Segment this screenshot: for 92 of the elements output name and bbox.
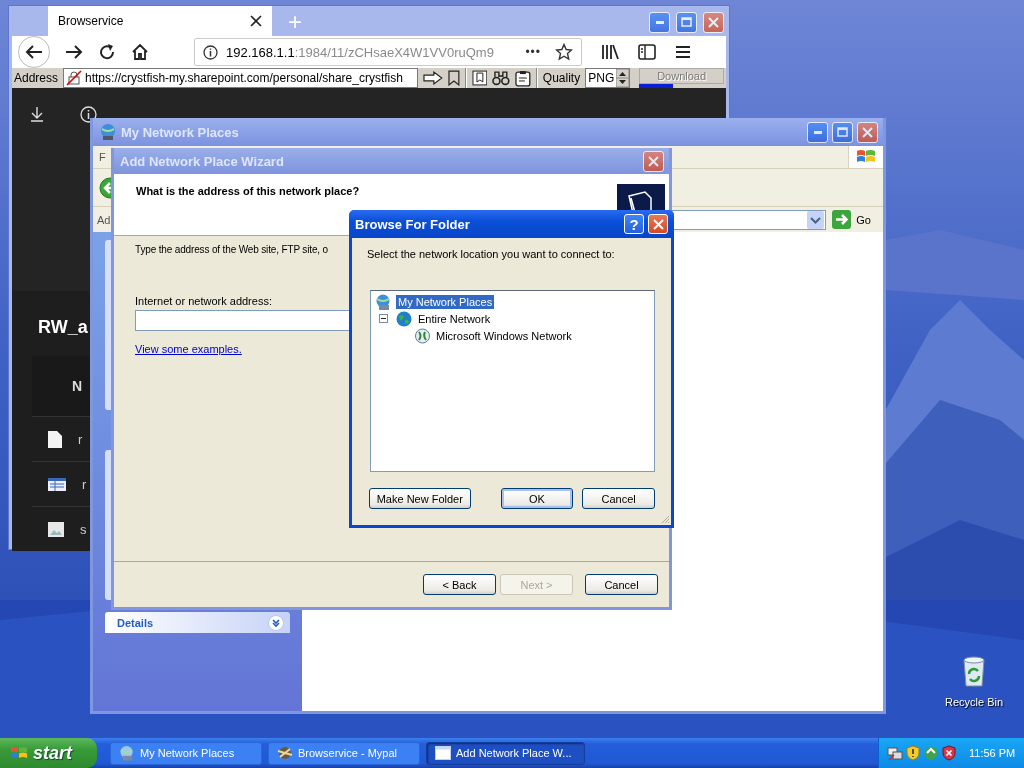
wizard-button[interactable]: Cancel [585, 574, 658, 595]
column-header[interactable]: N [72, 378, 83, 394]
browser-tab[interactable]: Browservice [48, 6, 272, 36]
reload-icon[interactable] [98, 43, 116, 61]
tree-item[interactable]: Microsoft Windows Network [434, 328, 574, 343]
window-title: My Network Places [121, 124, 239, 140]
clipboard-icon[interactable] [515, 69, 531, 87]
close-icon [862, 126, 873, 138]
file-name[interactable]: s [80, 521, 87, 537]
instruction-text: Type the address of the Web site, FTP site, o [135, 244, 328, 255]
download-icon[interactable] [30, 106, 44, 122]
window-icon [435, 746, 451, 760]
menu-item[interactable]: F [99, 151, 106, 163]
examples-link[interactable]: View some examples. [135, 343, 242, 355]
close-icon [652, 218, 664, 230]
close-button[interactable] [648, 214, 668, 234]
minimize-icon [813, 130, 822, 134]
security-icon[interactable] [942, 745, 956, 761]
dialog-button[interactable]: Cancel [582, 488, 655, 509]
page-heading: RW_a [38, 317, 88, 338]
find-icon[interactable] [492, 70, 511, 86]
quality-label: Quality [542, 71, 581, 85]
page-actions-button[interactable]: ••• [525, 45, 541, 59]
close-button[interactable] [857, 121, 878, 143]
back-icon [25, 44, 43, 60]
forward-icon[interactable] [65, 44, 83, 60]
back-arrow-icon[interactable] [99, 176, 111, 199]
start-button[interactable]: start [0, 738, 97, 768]
address-label: Address [14, 71, 59, 85]
network-places-icon [99, 123, 117, 141]
menu-icon[interactable] [675, 45, 691, 59]
minimize-button[interactable] [649, 11, 670, 33]
clock: 11:56 PM [969, 747, 1016, 759]
maximize-button[interactable] [832, 121, 853, 143]
minimize-button[interactable] [807, 121, 828, 143]
minimize-icon [655, 20, 664, 24]
home-icon[interactable] [131, 43, 149, 61]
network-places-icon [119, 745, 135, 761]
resize-grip-icon[interactable] [660, 514, 670, 524]
address-field[interactable]: https://crystfish-my.sharepoint.com/personal/share_crystfish [63, 68, 419, 88]
close-icon[interactable] [250, 15, 262, 27]
star-icon[interactable] [555, 43, 573, 61]
file-name[interactable]: r [78, 431, 83, 447]
taskbar-button[interactable]: Add Network Place W... [426, 741, 585, 765]
quality-field[interactable]: PNG [585, 68, 631, 88]
table-icon [48, 477, 66, 491]
taskbar-button[interactable]: Browservice - Mypal [268, 741, 420, 765]
maximize-icon [837, 127, 848, 137]
network-places-icon [375, 293, 392, 310]
library-icon[interactable] [601, 44, 619, 60]
field-label: Internet or network address: [135, 295, 272, 307]
close-button[interactable] [703, 11, 724, 33]
dialog-button[interactable]: OK [500, 488, 574, 509]
go-arrow-icon[interactable] [423, 71, 443, 85]
url-text: 192.168.1.1:1984/11/zCHsaeX4W1VV0ruQm9 [226, 44, 494, 60]
desktop-icon-label[interactable]: Recycle Bin [944, 696, 1004, 708]
dialog-prompt: Select the network location you want to connect to: [367, 248, 616, 260]
dialog-title: Browse For Folder [355, 216, 470, 232]
globe-icon [396, 310, 412, 327]
go-button[interactable]: Go [830, 210, 879, 229]
dialog-button[interactable]: Make New Folder [369, 488, 471, 509]
tree-item[interactable]: My Network Places [396, 294, 495, 309]
wizard-heading: What is the address of this network place? [136, 185, 360, 197]
bookmarks-icon[interactable] [471, 70, 488, 86]
address-label: Ad [97, 213, 111, 226]
sidebar-icon[interactable] [638, 44, 656, 60]
help-button[interactable]: ? [624, 214, 644, 234]
maximize-button[interactable] [676, 11, 697, 33]
tree-item[interactable]: Entire Network [416, 311, 493, 326]
close-button[interactable] [643, 150, 664, 172]
document-icon [48, 430, 62, 448]
expander-icon[interactable] [379, 314, 388, 323]
close-icon [708, 16, 719, 28]
shield-icon[interactable] [906, 745, 920, 761]
wizard-button[interactable]: < Back [423, 574, 496, 595]
info-icon[interactable] [203, 44, 218, 60]
network-icon[interactable] [887, 745, 903, 761]
network-globe-icon [415, 327, 430, 344]
spinner-icon[interactable] [616, 69, 630, 87]
close-icon [648, 155, 659, 167]
not-secure-icon [66, 70, 83, 86]
maximize-icon [681, 17, 692, 27]
url-field[interactable]: 192.168.1.1:1984/11/zCHsaeX4W1VV0ruQm9 ••• [194, 38, 582, 66]
taskbar-button[interactable]: My Network Places [110, 741, 262, 765]
bookmark-icon[interactable] [447, 70, 460, 86]
window-title: Add Network Place Wizard [120, 153, 284, 169]
browser-icon [277, 745, 293, 761]
details-panel-header[interactable]: Details [105, 612, 290, 633]
file-name[interactable]: r [82, 476, 87, 492]
image-icon [48, 521, 64, 537]
chevron-icon[interactable] [268, 614, 284, 631]
go-arrow-icon [832, 210, 852, 229]
